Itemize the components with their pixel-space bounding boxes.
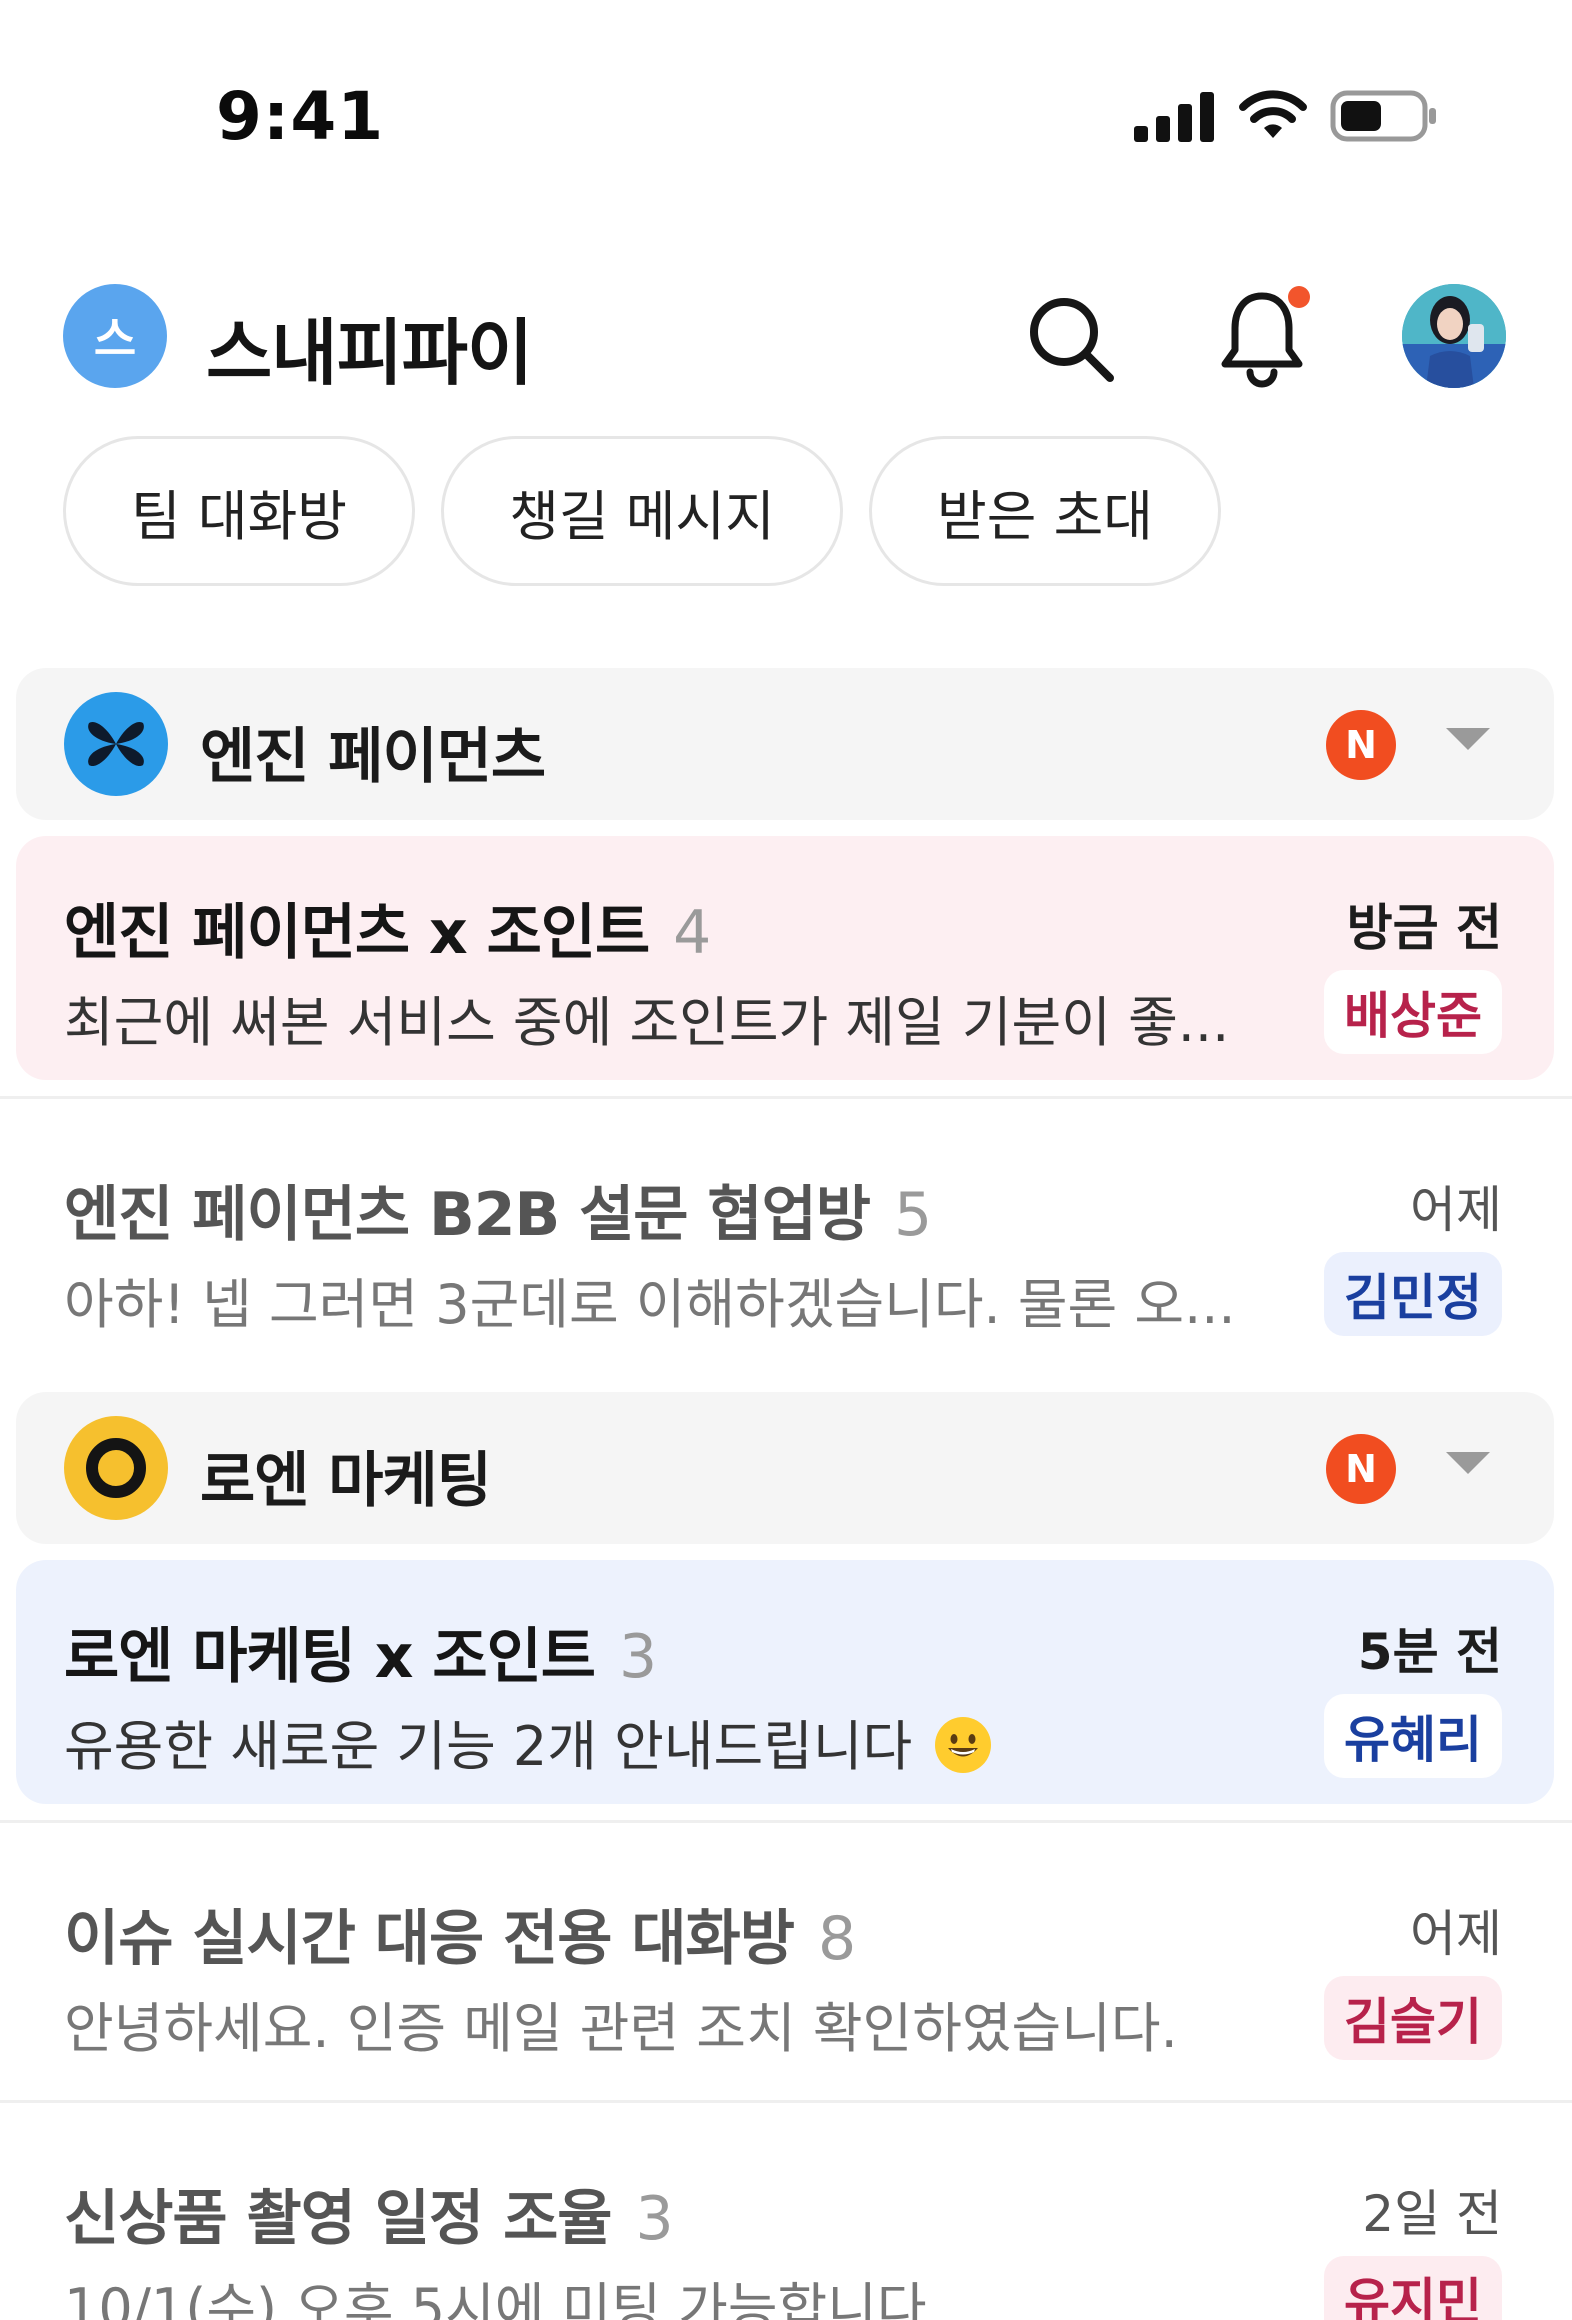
tab-bar: 팀 대화방 챙길 메시지 받은 초대 bbox=[63, 436, 1221, 586]
divider bbox=[0, 1096, 1572, 1099]
room-title: 엔진 페이먼츠 x 조인트 4 bbox=[64, 884, 711, 971]
sender-badge: 유혜리 bbox=[1324, 1694, 1502, 1778]
status-bar: 9:41 bbox=[0, 0, 1572, 200]
new-badge: N bbox=[1326, 710, 1396, 780]
search-icon bbox=[1030, 298, 1114, 382]
butterfly-logo-icon bbox=[88, 721, 144, 767]
sender-badge: 배상준 bbox=[1324, 970, 1502, 1054]
profile-photo bbox=[1402, 284, 1506, 388]
room-preview: 10/1(수) 오후 5시에 미팅 가능합니다. bbox=[64, 2277, 944, 2320]
group-logo bbox=[64, 1416, 168, 1520]
room-time: 2일 전 bbox=[1362, 2185, 1502, 2243]
header: 스 스내피파이 bbox=[0, 270, 1572, 400]
grinning-face-emoji-icon bbox=[935, 1717, 992, 1773]
caret-down-icon[interactable] bbox=[1446, 1452, 1490, 1474]
room-title: 이슈 실시간 대응 전용 대화방 8 bbox=[64, 1890, 856, 1977]
status-icons bbox=[1134, 86, 1438, 146]
room-preview: 유용한 새로운 기능 2개 안내드립니다 bbox=[64, 1702, 1264, 1781]
room-name: 신상품 촬영 일정 조율 bbox=[64, 2184, 612, 2254]
room-title: 엔진 페이먼츠 B2B 설문 협업방 5 bbox=[64, 1166, 932, 1253]
room-name: 로엔 마케팅 x 조인트 bbox=[64, 1622, 596, 1692]
room-title: 신상품 촬영 일정 조율 3 bbox=[64, 2170, 674, 2257]
tab-received-invites[interactable]: 받은 초대 bbox=[869, 436, 1221, 586]
group-header[interactable]: 엔진 페이먼츠 N bbox=[16, 668, 1554, 820]
sender-badge: 김민정 bbox=[1324, 1252, 1502, 1336]
room-time: 어제 bbox=[1410, 1181, 1502, 1239]
caret-down-icon[interactable] bbox=[1446, 728, 1490, 750]
notifications-button[interactable] bbox=[1202, 278, 1322, 398]
room-time: 방금 전 bbox=[1346, 899, 1502, 957]
member-count: 3 bbox=[618, 1622, 657, 1692]
search-button[interactable] bbox=[1010, 278, 1130, 398]
member-count: 5 bbox=[893, 1180, 932, 1250]
profile-avatar[interactable] bbox=[1402, 284, 1506, 388]
room-item[interactable]: 신상품 촬영 일정 조율 3 2일 전 10/1(수) 오후 5시에 미팅 가능합… bbox=[16, 2122, 1554, 2320]
wifi-icon bbox=[1239, 90, 1307, 138]
member-count: 3 bbox=[635, 2184, 673, 2254]
sender-badge: 김슬기 bbox=[1324, 1976, 1502, 2060]
signal-icon bbox=[1134, 92, 1214, 142]
room-title: 로엔 마케팅 x 조인트 3 bbox=[64, 1608, 657, 1695]
room-time: 어제 bbox=[1410, 1905, 1502, 1963]
room-time: 5분 전 bbox=[1357, 1623, 1502, 1681]
new-badge: N bbox=[1326, 1434, 1396, 1504]
room-name: 엔진 페이먼츠 x 조인트 bbox=[64, 898, 650, 968]
room-item[interactable]: 로엔 마케팅 x 조인트 3 5분 전 유용한 새로운 기능 2개 안내드립니다 … bbox=[16, 1560, 1554, 1804]
group-header[interactable]: 로엔 마케팅 N bbox=[16, 1392, 1554, 1544]
room-preview: 아하! 넵 그러면 3군데로 이해하겠습니다. 물론 오... bbox=[64, 1273, 1236, 1336]
status-time: 9:41 bbox=[216, 78, 385, 155]
member-count: 8 bbox=[817, 1904, 856, 1974]
room-name: 엔진 페이먼츠 B2B 설문 협업방 bbox=[64, 1180, 871, 1250]
tab-messages-to-check[interactable]: 챙길 메시지 bbox=[441, 436, 843, 586]
room-name: 이슈 실시간 대응 전용 대화방 bbox=[64, 1904, 795, 1974]
room-item[interactable]: 엔진 페이먼츠 B2B 설문 협업방 5 어제 아하! 넵 그러면 3군데로 이해… bbox=[16, 1118, 1554, 1362]
ring-logo-icon bbox=[86, 1438, 146, 1498]
workspace-avatar[interactable]: 스 bbox=[63, 284, 167, 388]
sender-badge: 유지민 bbox=[1324, 2256, 1502, 2320]
room-item[interactable]: 이슈 실시간 대응 전용 대화방 8 어제 안녕하세요. 인증 메일 관련 조치 … bbox=[16, 1842, 1554, 2086]
divider bbox=[0, 2100, 1572, 2103]
battery-icon bbox=[1330, 90, 1436, 142]
member-count: 4 bbox=[673, 898, 711, 968]
group-name: 엔진 페이먼츠 bbox=[200, 722, 546, 792]
group-logo bbox=[64, 692, 168, 796]
room-preview: 안녕하세요. 인증 메일 관련 조치 확인하였습니다. bbox=[64, 1997, 1178, 2060]
tab-team-rooms[interactable]: 팀 대화방 bbox=[63, 436, 415, 586]
divider bbox=[0, 1820, 1572, 1823]
group-name: 로엔 마케팅 bbox=[200, 1446, 492, 1516]
room-preview: 최근에 써본 서비스 중에 조인트가 제일 기분이 좋... bbox=[64, 991, 1230, 1054]
notification-dot bbox=[1288, 286, 1310, 308]
workspace-name[interactable]: 스내피파이 bbox=[206, 294, 533, 399]
preview-text: 유용한 새로운 기능 2개 안내드립니다 bbox=[64, 1715, 913, 1778]
room-item[interactable]: 엔진 페이먼츠 x 조인트 4 방금 전 최근에 써본 서비스 중에 조인트가 제… bbox=[16, 836, 1554, 1080]
